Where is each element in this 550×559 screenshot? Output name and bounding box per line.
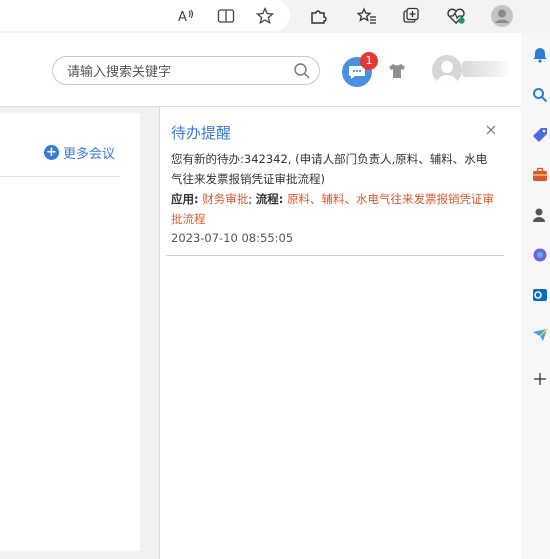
- tag-icon[interactable]: [531, 126, 549, 144]
- user-icon[interactable]: [531, 206, 549, 224]
- search-icon[interactable]: [531, 86, 549, 104]
- send-icon[interactable]: [531, 326, 549, 344]
- plus-circle-icon: +: [44, 144, 59, 160]
- notification-message: 您有新的待办:342342, (申请人部门负责人,原料、辅料、水电气往来发票报销…: [171, 152, 488, 186]
- outlook-icon[interactable]: [531, 286, 549, 304]
- collections-icon[interactable]: [401, 6, 421, 26]
- separator: ;: [248, 192, 253, 206]
- immersive-reader-icon[interactable]: [216, 6, 236, 26]
- extensions-icon[interactable]: [308, 6, 328, 26]
- read-aloud-icon[interactable]: A: [176, 6, 196, 26]
- notifications-icon[interactable]: [531, 46, 549, 64]
- search-input[interactable]: [65, 62, 289, 82]
- more-meetings-link[interactable]: + 更多会议: [44, 143, 116, 162]
- favorites-icon[interactable]: [357, 6, 377, 26]
- meeting-panel: + 更多会议: [0, 113, 140, 551]
- todo-reminder-panel: 待办提醒 × 您有新的待办:342342, (申请人部门负责人,原料、辅料、水电…: [159, 107, 521, 559]
- svg-text:A: A: [178, 10, 187, 24]
- profile-icon[interactable]: [490, 4, 514, 28]
- notification-body: 您有新的待办:342342, (申请人部门负责人,原料、辅料、水电气往来发票报销…: [171, 149, 496, 229]
- notification-meta: 应用: 财务审批; 流程: 原料、辅料、水电气往来发票报销凭证审批流程: [171, 189, 496, 229]
- add-icon[interactable]: [531, 370, 549, 388]
- search-box[interactable]: [52, 56, 320, 85]
- divider: [0, 176, 120, 177]
- divider: [166, 255, 504, 256]
- skin-shirt-icon[interactable]: [388, 63, 406, 83]
- browser-toolbar: A: [0, 0, 550, 33]
- app-header: 1: [0, 33, 521, 107]
- notification-title: 待办提醒: [171, 124, 232, 142]
- app-label: 应用:: [171, 192, 199, 206]
- app-link[interactable]: 财务审批: [202, 192, 248, 206]
- notification-time: 2023-07-10 08:55:05: [171, 231, 294, 245]
- close-icon[interactable]: ×: [484, 122, 498, 138]
- message-count-badge: 1: [360, 52, 378, 70]
- browser-essentials-icon[interactable]: [446, 6, 466, 26]
- browser-sidebar: [521, 33, 550, 559]
- user-name[interactable]: [462, 61, 510, 77]
- briefcase-icon[interactable]: [531, 166, 549, 184]
- more-meetings-label: 更多会议: [63, 146, 116, 162]
- copilot-icon[interactable]: [531, 246, 549, 264]
- user-avatar[interactable]: [432, 55, 462, 85]
- flow-label: 流程:: [255, 192, 284, 206]
- address-bar[interactable]: [0, 0, 290, 31]
- search-icon[interactable]: [293, 62, 311, 84]
- favorite-star-icon[interactable]: [255, 6, 275, 26]
- web-page: 1 + 更多会议 待办提醒 × 您有新的待办:342342, (申请人部门负责人…: [0, 33, 521, 559]
